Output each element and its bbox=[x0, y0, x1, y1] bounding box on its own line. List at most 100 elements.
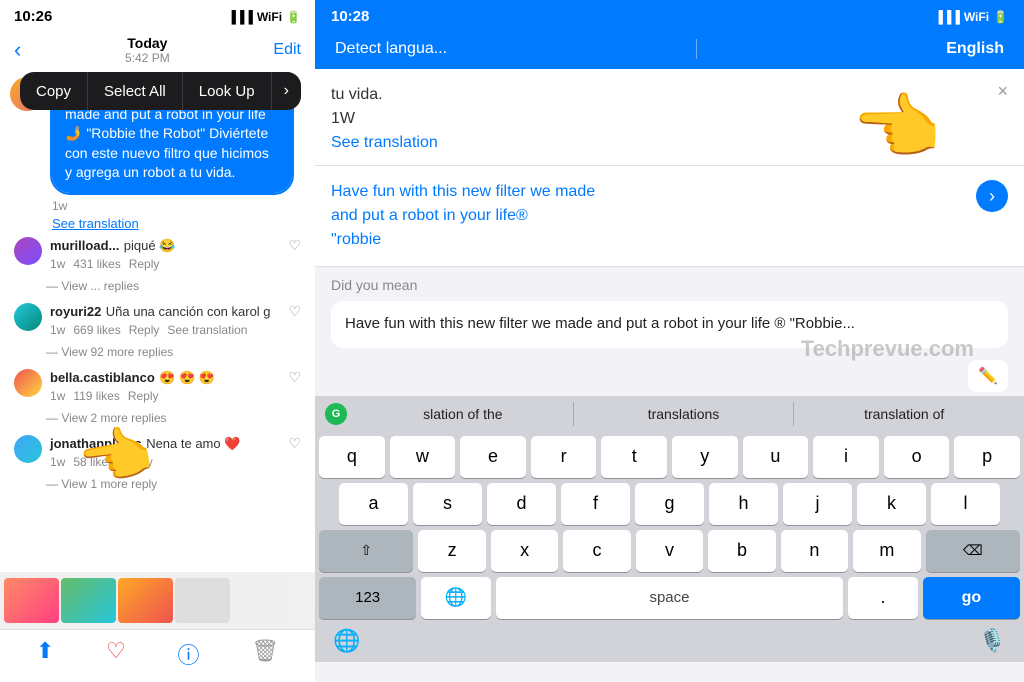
info-icon[interactable]: ⓘ bbox=[177, 638, 199, 670]
heart-icon-1[interactable]: ♡ bbox=[288, 237, 301, 254]
keyboard-bottom-row: 🌐 🎙️ bbox=[319, 624, 1020, 656]
delete-icon[interactable]: 🗑 bbox=[251, 638, 279, 670]
thumbnail-4[interactable] bbox=[175, 578, 230, 623]
nav-center: Today 5:42 PM bbox=[125, 35, 170, 65]
signal-icon-right: ▐▐▐ bbox=[934, 10, 960, 24]
heart-icon-3[interactable]: ♡ bbox=[288, 369, 301, 386]
next-translation-button[interactable]: › bbox=[976, 180, 1008, 212]
username-2: royuri22 bbox=[50, 304, 101, 319]
look-up-menu-item[interactable]: Look Up bbox=[183, 72, 272, 110]
comment-text-3: 😍 😍 😍 bbox=[159, 370, 215, 385]
key-f[interactable]: f bbox=[561, 483, 630, 525]
key-z[interactable]: z bbox=[418, 530, 485, 572]
key-g[interactable]: g bbox=[635, 483, 704, 525]
key-a[interactable]: a bbox=[339, 483, 408, 525]
emoji-key[interactable]: 🌐 bbox=[421, 577, 490, 619]
see-translation-link[interactable]: See translation bbox=[52, 216, 305, 231]
view-more-3[interactable]: — View 2 more replies bbox=[10, 409, 305, 429]
key-n[interactable]: n bbox=[781, 530, 848, 572]
comment-age-4: 1w bbox=[50, 455, 65, 469]
key-b[interactable]: b bbox=[708, 530, 775, 572]
avatar-3 bbox=[14, 369, 42, 397]
mic-icon[interactable]: 🎙️ bbox=[979, 628, 1006, 654]
period-key[interactable]: . bbox=[848, 577, 917, 619]
reply-link-1[interactable]: Reply bbox=[129, 257, 160, 271]
key-w[interactable]: w bbox=[390, 436, 456, 478]
key-y[interactable]: y bbox=[672, 436, 738, 478]
left-panel: 10:26 ▐▐▐ WiFi 🔋 ‹ Today 5:42 PM Edit Co… bbox=[0, 0, 315, 682]
space-key[interactable]: space bbox=[496, 577, 843, 619]
share-icon[interactable]: ⬆ bbox=[36, 638, 54, 670]
globe-icon[interactable]: 🌐 bbox=[333, 628, 360, 654]
key-c[interactable]: c bbox=[563, 530, 630, 572]
avatar-4 bbox=[14, 435, 42, 463]
key-o[interactable]: o bbox=[884, 436, 950, 478]
suggestion-2[interactable]: translations bbox=[574, 402, 795, 426]
key-r[interactable]: r bbox=[531, 436, 597, 478]
key-k[interactable]: k bbox=[857, 483, 926, 525]
target-language-button[interactable]: English bbox=[946, 40, 1004, 58]
heart-icon-4[interactable]: ♡ bbox=[288, 435, 301, 452]
key-m[interactable]: m bbox=[853, 530, 920, 572]
see-translation-2[interactable]: See translation bbox=[167, 323, 247, 337]
comment-meta-3: 1w 119 likes Reply bbox=[50, 389, 280, 403]
select-all-menu-item[interactable]: Select All bbox=[88, 72, 183, 110]
username-3: bella.castiblanco bbox=[50, 370, 155, 385]
status-icons-left: ▐▐▐ WiFi 🔋 bbox=[227, 10, 301, 24]
key-j[interactable]: j bbox=[783, 483, 852, 525]
reply-link-3[interactable]: Reply bbox=[128, 389, 159, 403]
username-1: murilload... bbox=[50, 238, 119, 253]
heart-action-icon[interactable]: ♡ bbox=[106, 638, 126, 670]
shift-key[interactable]: ⇧ bbox=[319, 530, 413, 572]
key-i[interactable]: i bbox=[813, 436, 879, 478]
comment-likes-3: 119 likes bbox=[73, 389, 119, 403]
key-u[interactable]: u bbox=[743, 436, 809, 478]
num-key[interactable]: 123 bbox=[319, 577, 416, 619]
comment-body-3: bella.castiblanco 😍 😍 😍 1w 119 likes Rep… bbox=[50, 369, 280, 403]
time-right: 10:28 bbox=[331, 8, 369, 25]
detect-language-button[interactable]: Detect langua... bbox=[335, 40, 447, 58]
delete-key[interactable]: ⌫ bbox=[926, 530, 1020, 572]
did-you-mean-section: Did you mean Have fun with this new filt… bbox=[315, 267, 1024, 354]
back-button[interactable]: ‹ bbox=[14, 37, 21, 63]
message-age: 1w bbox=[52, 199, 67, 213]
status-icons-right: ▐▐▐ WiFi 🔋 bbox=[934, 10, 1008, 24]
main-message-meta: 1w bbox=[52, 199, 305, 213]
suggestion-1[interactable]: slation of the bbox=[353, 402, 574, 426]
context-menu-more[interactable]: › bbox=[272, 72, 301, 110]
key-l[interactable]: l bbox=[931, 483, 1000, 525]
key-x[interactable]: x bbox=[491, 530, 558, 572]
comment-age-2: 1w bbox=[50, 323, 65, 337]
key-e[interactable]: e bbox=[460, 436, 526, 478]
copy-menu-item[interactable]: Copy bbox=[20, 72, 88, 110]
close-button[interactable]: × bbox=[997, 81, 1008, 102]
key-v[interactable]: v bbox=[636, 530, 703, 572]
key-h[interactable]: h bbox=[709, 483, 778, 525]
comment-meta-2: 1w 669 likes Reply See translation bbox=[50, 323, 280, 337]
key-row-2: a s d f g h j k l bbox=[319, 483, 1020, 525]
view-more-2[interactable]: — View 92 more replies bbox=[10, 343, 305, 363]
key-q[interactable]: q bbox=[319, 436, 385, 478]
suggestion-3[interactable]: translation of bbox=[794, 402, 1014, 426]
key-d[interactable]: d bbox=[487, 483, 556, 525]
key-t[interactable]: t bbox=[601, 436, 667, 478]
go-key[interactable]: go bbox=[923, 577, 1020, 619]
heart-icon-2[interactable]: ♡ bbox=[288, 303, 301, 320]
signal-icon: ▐▐▐ bbox=[227, 10, 253, 24]
thumbnail-3[interactable] bbox=[118, 578, 173, 623]
edit-button[interactable]: Edit bbox=[273, 41, 301, 59]
view-more-1[interactable]: — View ... replies bbox=[10, 277, 305, 297]
key-p[interactable]: p bbox=[954, 436, 1020, 478]
lang-divider bbox=[696, 39, 697, 59]
key-s[interactable]: s bbox=[413, 483, 482, 525]
thumbnail-1[interactable] bbox=[4, 578, 59, 623]
key-row-1: q w e r t y u i o p bbox=[319, 436, 1020, 478]
pen-button[interactable]: ✏️ bbox=[968, 360, 1008, 392]
did-you-mean-text: Have fun with this new filter we made an… bbox=[331, 301, 1008, 348]
thumbnail-2[interactable] bbox=[61, 578, 116, 623]
comment-text-4: Nena te amo ❤️ bbox=[146, 436, 240, 451]
comment-text-2: Uña una canción con karol g bbox=[106, 304, 271, 319]
reply-link-2[interactable]: Reply bbox=[129, 323, 160, 337]
thumbnail-5[interactable] bbox=[232, 578, 287, 623]
translate-header: Detect langua... English bbox=[315, 31, 1024, 69]
